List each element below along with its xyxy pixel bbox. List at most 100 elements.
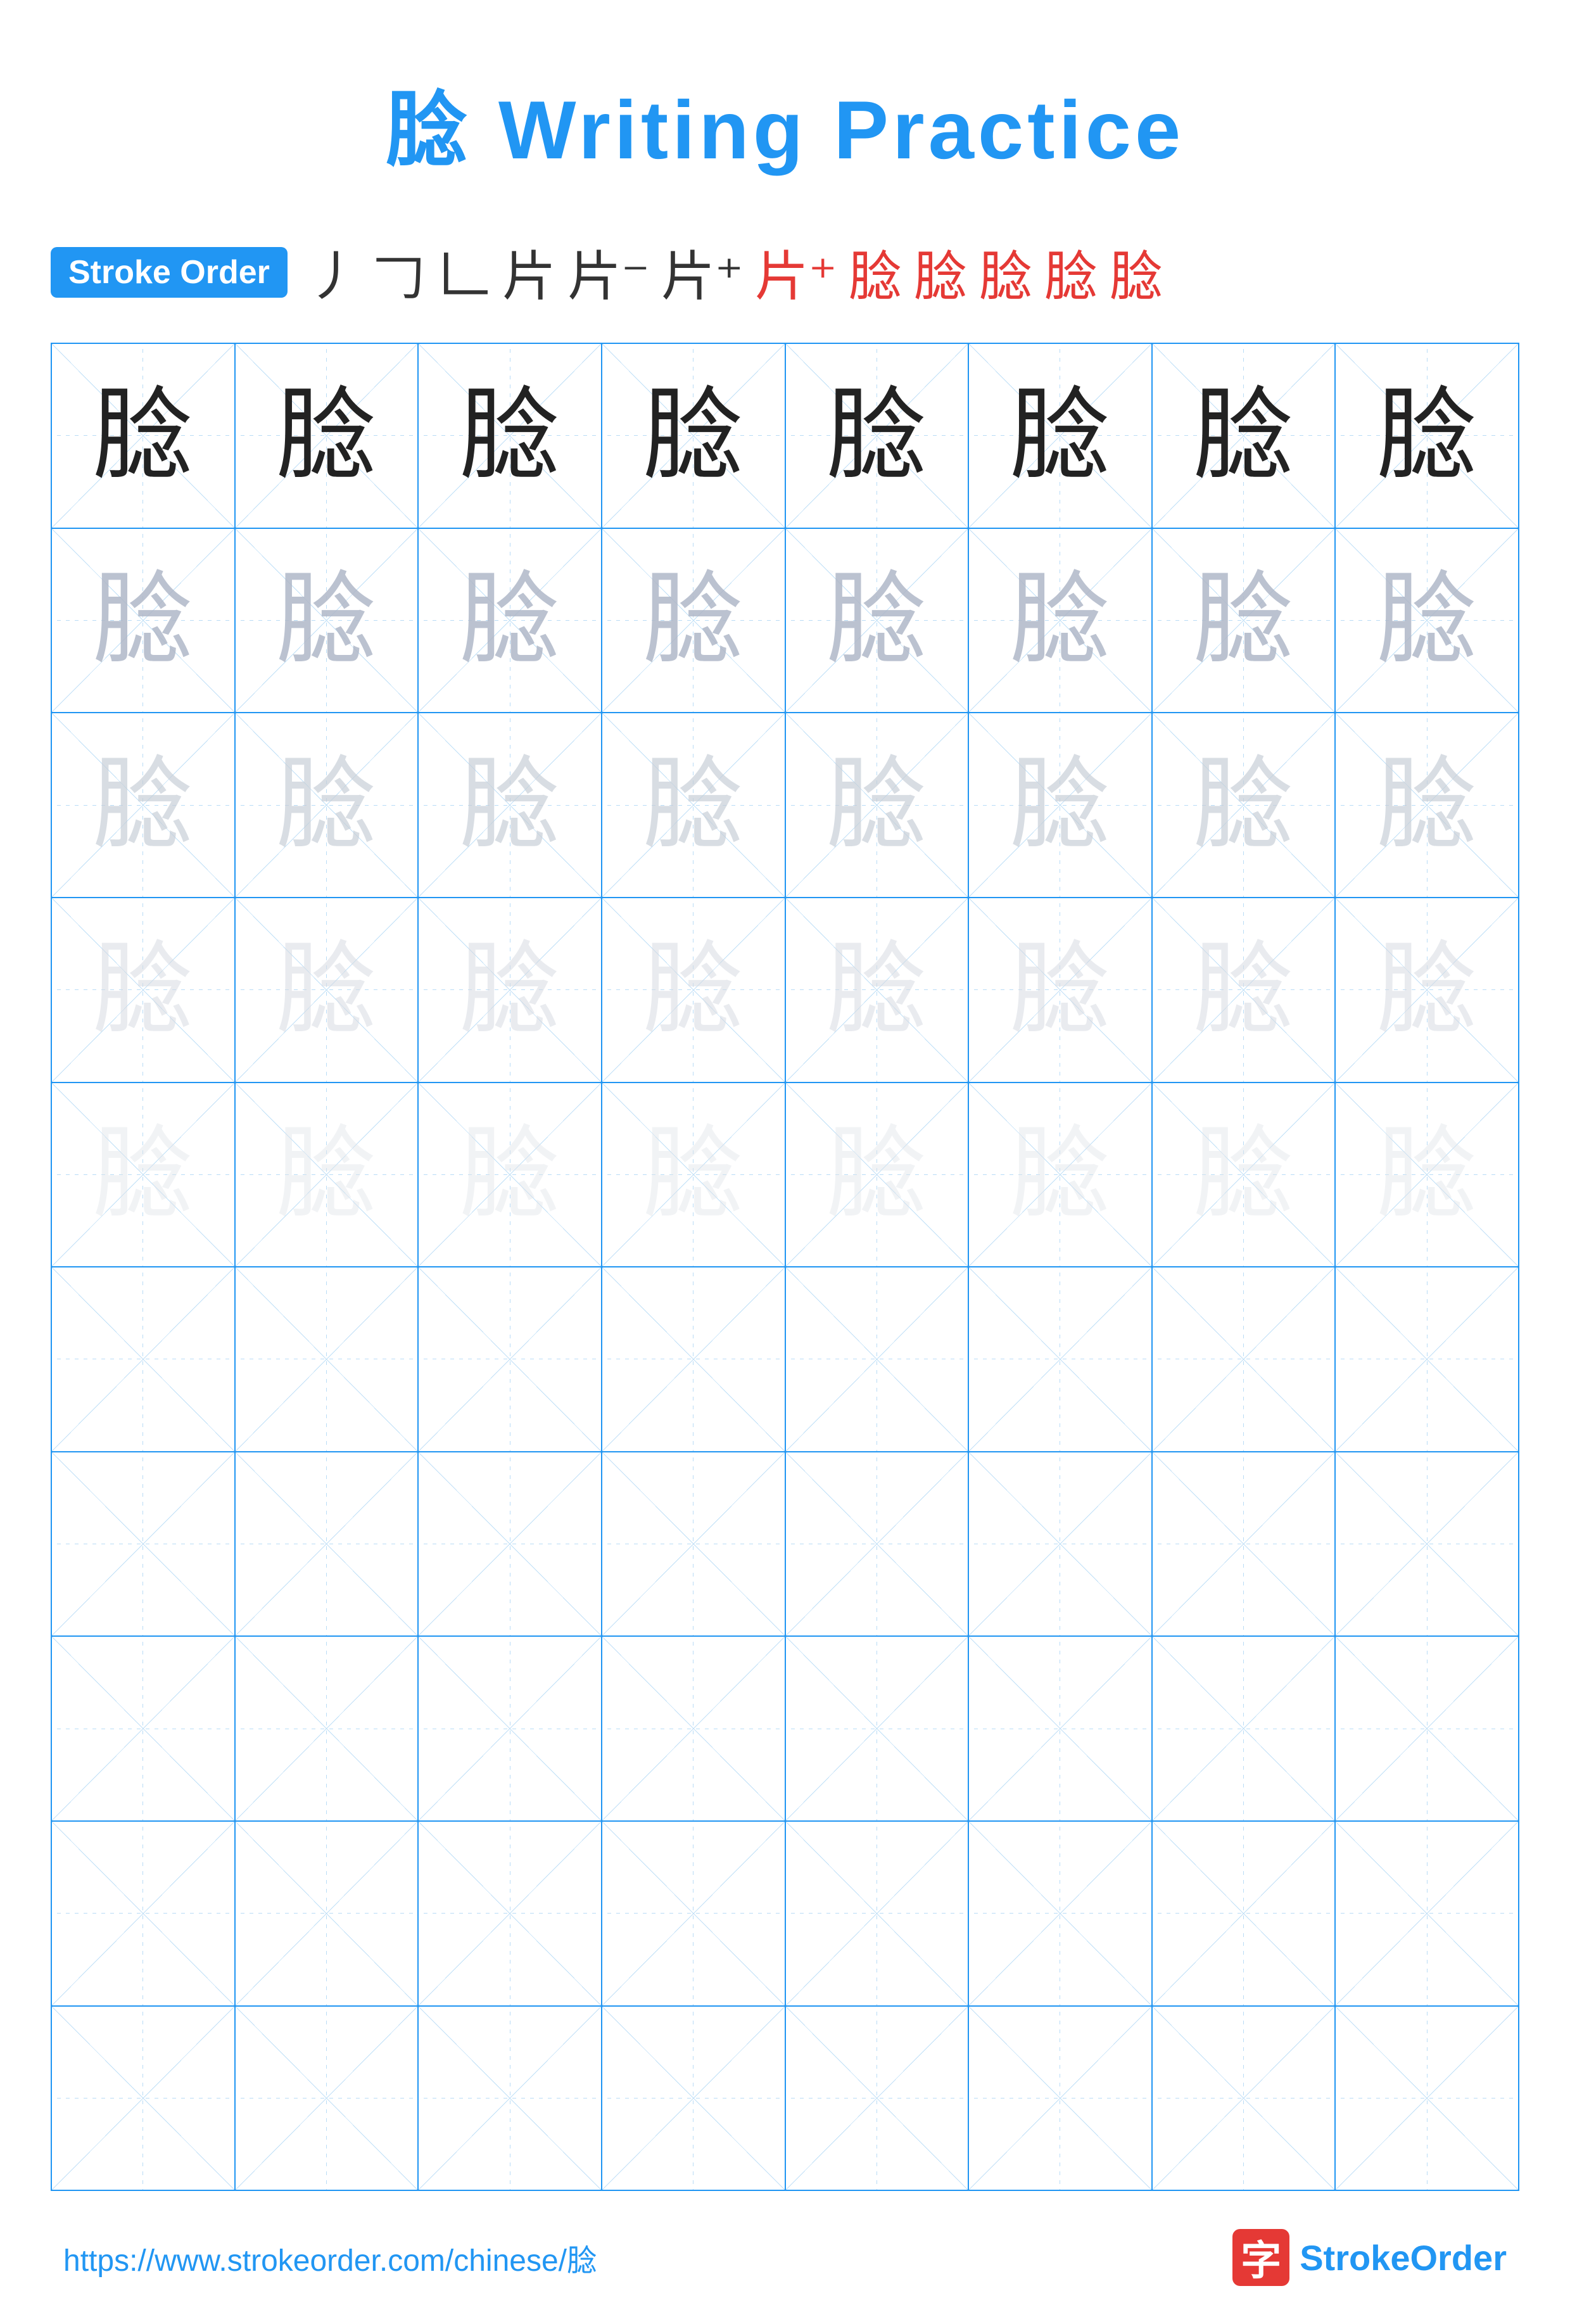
grid-cell[interactable] bbox=[969, 1452, 1153, 1636]
cell-character: 腍 bbox=[459, 569, 560, 671]
grid-cell[interactable]: 腍 bbox=[1153, 529, 1336, 713]
cell-character: 腍 bbox=[1376, 939, 1478, 1041]
grid-cell[interactable]: 腍 bbox=[1153, 344, 1336, 528]
stroke-4: 片 bbox=[502, 233, 556, 311]
grid-cell[interactable]: 腍 bbox=[52, 713, 236, 897]
grid-cell[interactable] bbox=[969, 1637, 1153, 1820]
grid-cell[interactable]: 腍 bbox=[419, 1083, 602, 1267]
grid-cell[interactable]: 腍 bbox=[236, 1083, 419, 1267]
grid-cell[interactable] bbox=[236, 1267, 419, 1451]
grid-cell[interactable] bbox=[1153, 1637, 1336, 1820]
footer-logo: 字 StrokeOrder bbox=[1232, 2229, 1507, 2286]
grid-cell[interactable]: 腍 bbox=[969, 529, 1153, 713]
grid-cell[interactable]: 腍 bbox=[1336, 1083, 1518, 1267]
grid-cell[interactable] bbox=[786, 1637, 970, 1820]
grid-cell[interactable]: 腍 bbox=[236, 344, 419, 528]
grid-cell[interactable] bbox=[602, 1452, 786, 1636]
grid-cell[interactable] bbox=[52, 1452, 236, 1636]
grid-cell[interactable] bbox=[969, 2007, 1153, 2190]
grid-cell[interactable] bbox=[1153, 1822, 1336, 2005]
grid-cell[interactable] bbox=[419, 2007, 602, 2190]
grid-cell[interactable] bbox=[969, 1822, 1153, 2005]
grid-cell[interactable]: 腍 bbox=[786, 713, 970, 897]
grid-cell[interactable] bbox=[236, 1822, 419, 2005]
grid-cell[interactable]: 腍 bbox=[969, 713, 1153, 897]
grid-cell[interactable]: 腍 bbox=[1336, 713, 1518, 897]
grid-cell[interactable] bbox=[1336, 1267, 1518, 1451]
grid-cell[interactable] bbox=[419, 1822, 602, 2005]
grid-cell[interactable]: 腍 bbox=[419, 529, 602, 713]
grid-cell[interactable]: 腍 bbox=[1336, 529, 1518, 713]
logo-icon: 字 bbox=[1232, 2229, 1289, 2286]
grid-cell[interactable]: 腍 bbox=[1153, 1083, 1336, 1267]
grid-cell[interactable] bbox=[52, 1267, 236, 1451]
grid-cell[interactable] bbox=[236, 1452, 419, 1636]
grid-cell[interactable] bbox=[786, 1452, 970, 1636]
grid-cell[interactable]: 腍 bbox=[969, 898, 1153, 1082]
grid-cell[interactable]: 腍 bbox=[602, 713, 786, 897]
grid-cell[interactable]: 腍 bbox=[236, 529, 419, 713]
grid-cell[interactable] bbox=[602, 1822, 786, 2005]
grid-cell[interactable]: 腍 bbox=[1153, 898, 1336, 1082]
grid-cell[interactable]: 腍 bbox=[419, 713, 602, 897]
grid-cell[interactable] bbox=[1336, 1822, 1518, 2005]
grid-cell[interactable] bbox=[1336, 2007, 1518, 2190]
grid-cell[interactable]: 腍 bbox=[969, 344, 1153, 528]
cell-character: 腍 bbox=[643, 569, 744, 671]
grid-cell[interactable] bbox=[1153, 1267, 1336, 1451]
grid-cell[interactable]: 腍 bbox=[236, 898, 419, 1082]
grid-cell[interactable]: 腍 bbox=[969, 1083, 1153, 1267]
cell-character: 腍 bbox=[1010, 939, 1111, 1041]
stroke-2: 𠃌 bbox=[372, 233, 426, 311]
stroke-8: 腍 bbox=[849, 233, 902, 311]
footer: https://www.strokeorder.com/chinese/腍 字 … bbox=[51, 2229, 1519, 2286]
grid-cell[interactable]: 腍 bbox=[786, 344, 970, 528]
grid-cell[interactable]: 腍 bbox=[236, 713, 419, 897]
grid-cell[interactable] bbox=[786, 1267, 970, 1451]
grid-cell[interactable]: 腍 bbox=[786, 898, 970, 1082]
grid-cell[interactable]: 腍 bbox=[1336, 898, 1518, 1082]
grid-cell[interactable] bbox=[419, 1637, 602, 1820]
stroke-3: 𠃊 bbox=[437, 233, 491, 311]
grid-cell[interactable]: 腍 bbox=[786, 1083, 970, 1267]
grid-cell[interactable]: 腍 bbox=[602, 898, 786, 1082]
cell-character: 腍 bbox=[826, 754, 927, 856]
grid-cell[interactable]: 腍 bbox=[52, 1083, 236, 1267]
grid-cell[interactable] bbox=[1153, 2007, 1336, 2190]
grid-cell[interactable] bbox=[1336, 1452, 1518, 1636]
grid-cell[interactable] bbox=[52, 1822, 236, 2005]
grid-cell[interactable] bbox=[236, 1637, 419, 1820]
cell-character: 腍 bbox=[459, 939, 560, 1041]
grid-cell[interactable] bbox=[52, 1637, 236, 1820]
grid-cell[interactable] bbox=[602, 2007, 786, 2190]
cell-character: 腍 bbox=[1193, 754, 1295, 856]
grid-cell[interactable] bbox=[602, 1267, 786, 1451]
grid-cell[interactable] bbox=[1336, 1637, 1518, 1820]
cell-character: 腍 bbox=[459, 1124, 560, 1225]
grid-row bbox=[52, 1822, 1518, 2007]
grid-cell[interactable]: 腍 bbox=[1336, 344, 1518, 528]
grid-cell[interactable] bbox=[786, 1822, 970, 2005]
grid-cell[interactable]: 腍 bbox=[52, 529, 236, 713]
grid-row: 腍腍腍腍腍腍腍腍 bbox=[52, 713, 1518, 898]
grid-cell[interactable]: 腍 bbox=[52, 898, 236, 1082]
footer-url[interactable]: https://www.strokeorder.com/chinese/腍 bbox=[63, 2235, 597, 2280]
cell-character: 腍 bbox=[459, 385, 560, 486]
grid-cell[interactable] bbox=[52, 2007, 236, 2190]
grid-cell[interactable] bbox=[419, 1267, 602, 1451]
grid-cell[interactable] bbox=[786, 2007, 970, 2190]
grid-cell[interactable]: 腍 bbox=[1153, 713, 1336, 897]
grid-cell[interactable] bbox=[1153, 1452, 1336, 1636]
grid-cell[interactable] bbox=[969, 1267, 1153, 1451]
grid-cell[interactable]: 腍 bbox=[602, 344, 786, 528]
cell-character: 腍 bbox=[92, 1124, 194, 1225]
grid-cell[interactable]: 腍 bbox=[419, 344, 602, 528]
grid-cell[interactable]: 腍 bbox=[602, 529, 786, 713]
grid-cell[interactable]: 腍 bbox=[52, 344, 236, 528]
grid-cell[interactable] bbox=[419, 1452, 602, 1636]
grid-cell[interactable]: 腍 bbox=[419, 898, 602, 1082]
grid-cell[interactable]: 腍 bbox=[786, 529, 970, 713]
grid-cell[interactable] bbox=[602, 1637, 786, 1820]
grid-cell[interactable] bbox=[236, 2007, 419, 2190]
grid-cell[interactable]: 腍 bbox=[602, 1083, 786, 1267]
